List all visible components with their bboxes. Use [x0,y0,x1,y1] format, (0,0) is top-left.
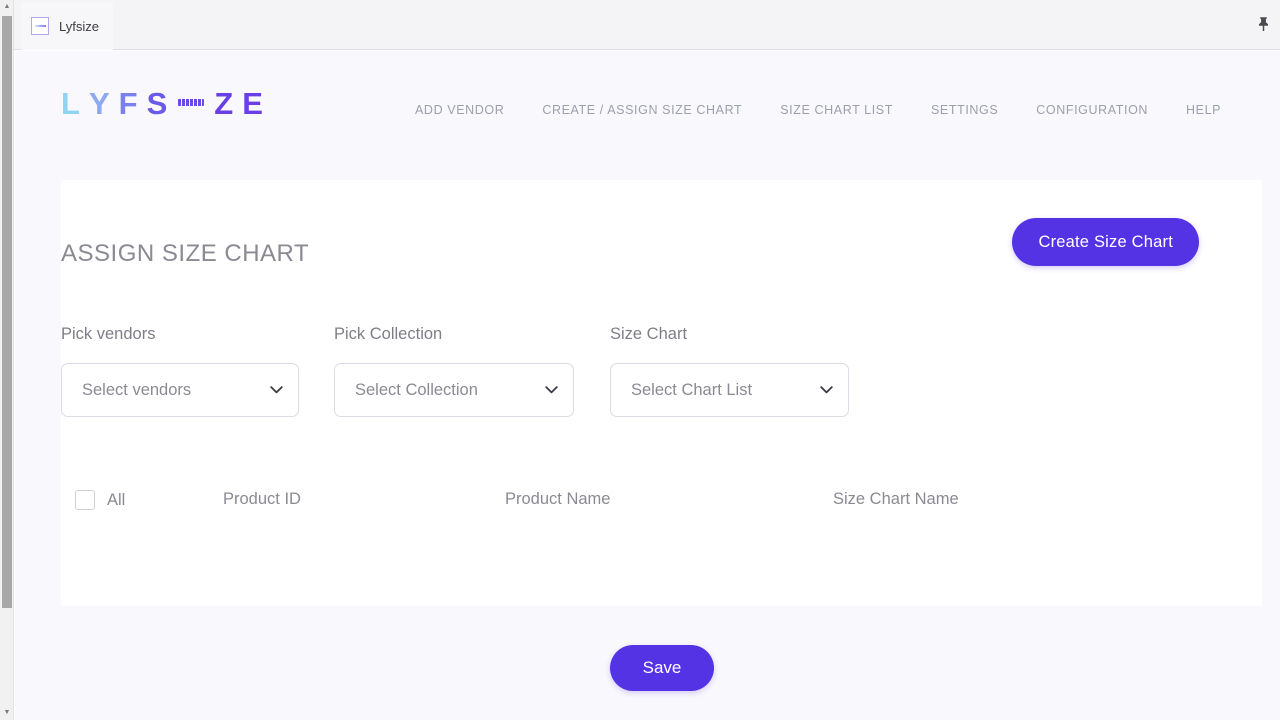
filter-vendors: Pick vendors Select vendors [61,325,299,417]
favicon-icon [31,17,49,35]
page-body: L Y F S Z E ADD VENDOR CREATE / ASSIGN S… [15,51,1280,720]
filter-collection-select-wrap[interactable]: Select Collection [334,363,574,417]
nav-add-vendor[interactable]: ADD VENDOR [415,97,504,123]
scrollbar-arrow-up-icon[interactable]: ▲ [0,0,14,14]
column-header-size-chart-name: Size Chart Name [833,490,959,508]
logo-letter-f: F [118,86,147,121]
brand-logo[interactable]: L Y F S Z E [61,86,272,122]
browser-tab[interactable]: Lyfsize [21,2,113,50]
products-table-header: All Product ID Product Name Size Chart N… [61,490,1161,530]
nav-configuration[interactable]: CONFIGURATION [1036,97,1148,123]
nav-create-assign-size-chart[interactable]: CREATE / ASSIGN SIZE CHART [542,97,742,123]
nav-help[interactable]: HELP [1186,97,1221,123]
column-header-product-id: Product ID [223,490,301,508]
create-size-chart-button[interactable]: Create Size Chart [1012,218,1199,266]
size-chart-select[interactable]: Select Chart List [610,363,849,417]
scrollbar-thumb[interactable] [2,16,12,608]
logo-letter-e: E [242,86,272,121]
select-all-cell[interactable]: All [75,490,125,510]
site-header: L Y F S Z E ADD VENDOR CREATE / ASSIGN S… [15,51,1280,180]
scrollbar-arrow-down-icon[interactable]: ▼ [0,706,14,720]
logo-letter-s: S [146,86,177,121]
page-title: ASSIGN SIZE CHART [61,240,310,267]
filter-vendors-label: Pick vendors [61,325,156,343]
logo-letter-z: Z [214,86,243,121]
content-card: ASSIGN SIZE CHART Create Size Chart Pick… [61,180,1262,606]
nav-settings[interactable]: SETTINGS [931,97,998,123]
select-all-checkbox[interactable] [75,490,95,510]
save-button[interactable]: Save [610,645,714,691]
pushpin-icon[interactable] [1252,13,1274,35]
logo-letter-l: L [61,86,89,121]
filter-collection-label: Pick Collection [334,325,443,343]
browser-tab-strip: Lyfsize [14,0,1280,50]
main-navigation: ADD VENDOR CREATE / ASSIGN SIZE CHART SI… [415,97,1221,123]
browser-scrollbar[interactable]: ▲ ▼ [0,0,14,720]
filters-row: Pick vendors Select vendors Pick Collect… [61,325,849,417]
logo-letter-y: Y [88,86,119,121]
filter-vendors-select-wrap[interactable]: Select vendors [61,363,299,417]
filter-size-chart-select-wrap[interactable]: Select Chart List [610,363,849,417]
logo-dash-icon [178,98,205,106]
filter-size-chart-label: Size Chart [610,325,688,343]
browser-tab-title: Lyfsize [59,18,99,34]
filter-collection: Pick Collection Select Collection [334,325,574,417]
select-all-label: All [107,490,126,509]
app-root: ▲ ▼ Lyfsize L Y F S Z E ADD VENDOR CREAT… [0,0,1280,720]
column-header-product-name: Product Name [505,490,611,508]
filter-size-chart: Size Chart Select Chart List [610,325,849,417]
nav-size-chart-list[interactable]: SIZE CHART LIST [780,97,893,123]
vendors-select[interactable]: Select vendors [61,363,299,417]
collection-select[interactable]: Select Collection [334,363,574,417]
